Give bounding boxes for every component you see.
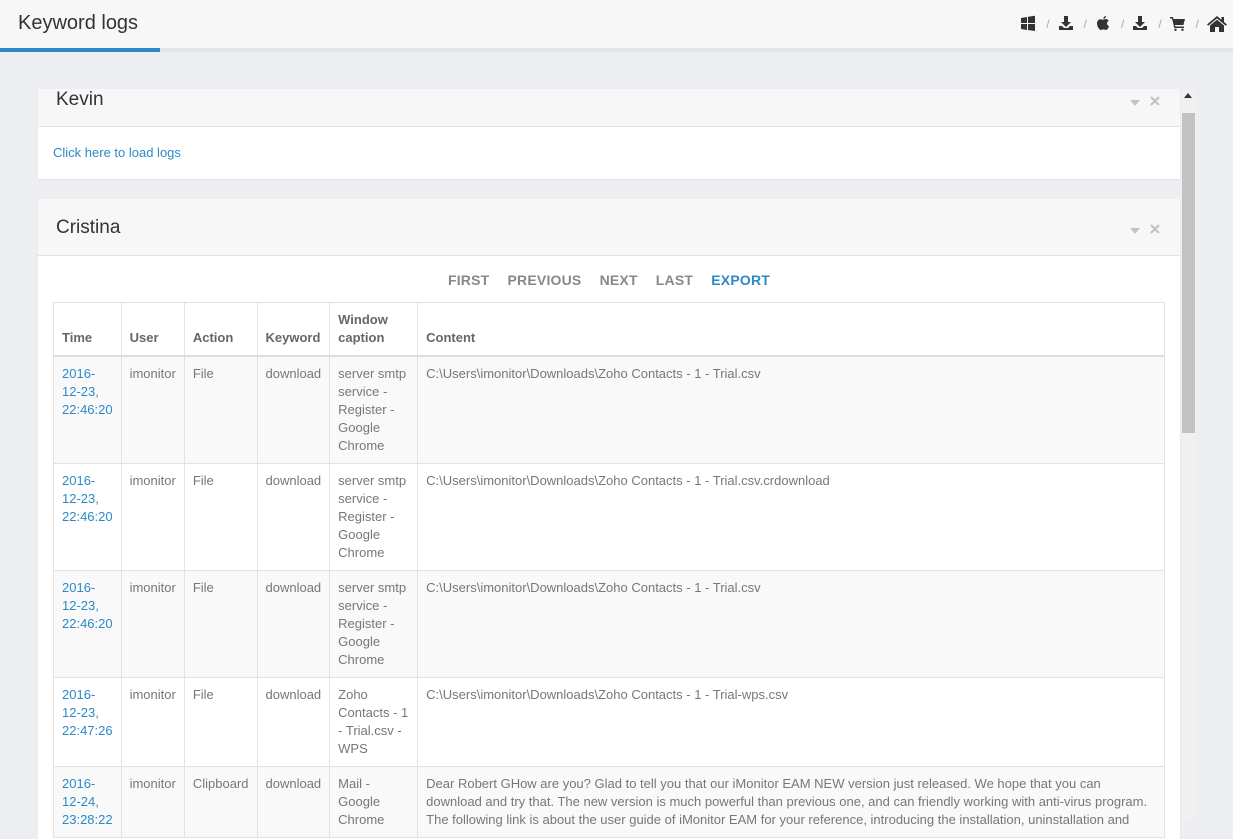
cell-action: File <box>183 677 258 767</box>
download-icon[interactable] <box>1132 15 1150 33</box>
pagination: FIRST PREVIOUS NEXT LAST EXPORT <box>38 272 1180 288</box>
column-header-window-caption[interactable]: Window caption <box>329 302 419 357</box>
cell-time[interactable]: 2016-12-23, 22:46:20 <box>53 463 122 571</box>
cell-keyword: download <box>256 463 331 571</box>
panel-header: Kevin <box>38 89 1180 127</box>
cell-window-caption: server smtp service - Register - Google … <box>329 355 419 464</box>
header-toolbar: / / / / / <box>1020 14 1233 34</box>
collapse-icon[interactable] <box>1130 93 1140 111</box>
first-page-button[interactable]: FIRST <box>448 272 489 288</box>
cell-content: C:\Users\imonitor\Downloads\Zoho Contact… <box>417 570 1165 678</box>
panel-tools <box>1120 93 1160 111</box>
column-header-action[interactable]: Action <box>183 302 258 357</box>
panel-tools <box>1120 221 1160 239</box>
table-row: 2016-12-24, 23:28:22 imonitor Clipboard … <box>53 766 1165 838</box>
cell-content: C:\Users\imonitor\Downloads\Zoho Contact… <box>417 355 1165 464</box>
cell-window-caption: server smtp service - Register - Google … <box>329 570 419 678</box>
scrollbar-thumb[interactable] <box>1182 113 1195 433</box>
cell-user: imonitor <box>120 677 185 767</box>
cell-time[interactable]: 2016-12-24, 23:28:22 <box>53 766 122 838</box>
cell-content: C:\Users\imonitor\Downloads\Zoho Contact… <box>417 463 1165 571</box>
table-row: 2016-12-23, 22:46:20 imonitor File downl… <box>53 463 1165 571</box>
cell-window-caption: Mail - Google Chrome <box>329 766 419 838</box>
download-icon[interactable] <box>1058 15 1076 33</box>
column-header-content[interactable]: Content <box>417 302 1165 357</box>
cell-time[interactable]: 2016-12-23, 22:46:20 <box>53 355 122 464</box>
cell-keyword: download <box>256 766 331 838</box>
panel-header: Cristina <box>38 199 1180 256</box>
page-title: Keyword logs <box>18 12 139 34</box>
column-header-keyword[interactable]: Keyword <box>256 302 331 357</box>
panel-cristina: Cristina FIRST PREVIOUS NEXT LAST EXPORT… <box>38 199 1180 839</box>
load-logs-link[interactable]: Click here to load logs <box>53 145 181 160</box>
column-header-user[interactable]: User <box>120 302 185 357</box>
next-page-button[interactable]: NEXT <box>600 272 638 288</box>
column-header-time[interactable]: Time <box>53 302 122 357</box>
cell-keyword: download <box>256 355 331 464</box>
cell-action: Clipboard <box>183 766 258 838</box>
table-header-row: Time User Action Keyword Window caption … <box>53 302 1165 357</box>
export-button[interactable]: EXPORT <box>711 272 770 288</box>
cell-action: File <box>183 463 258 571</box>
cell-content: Dear Robert GHow are you? Glad to tell y… <box>417 766 1165 838</box>
cell-action: File <box>183 570 258 678</box>
collapse-icon[interactable] <box>1130 221 1140 239</box>
cell-user: imonitor <box>120 570 185 678</box>
close-icon[interactable] <box>1150 93 1160 111</box>
cell-keyword: download <box>256 677 331 767</box>
cell-window-caption: server smtp service - Register - Google … <box>329 463 419 571</box>
apple-icon[interactable] <box>1095 15 1113 33</box>
table-row: 2016-12-23, 22:47:26 imonitor File downl… <box>53 677 1165 767</box>
top-bar: Keyword logs / / / / / <box>0 0 1233 52</box>
panel-title: Cristina <box>56 217 121 238</box>
table-row: 2016-12-23, 22:46:20 imonitor File downl… <box>53 355 1165 464</box>
cell-user: imonitor <box>120 355 185 464</box>
panel-title: Kevin <box>56 89 104 110</box>
cell-time[interactable]: 2016-12-23, 22:46:20 <box>53 570 122 678</box>
cell-action: File <box>183 355 258 464</box>
cell-keyword: download <box>256 570 331 678</box>
cart-icon[interactable] <box>1169 15 1188 33</box>
panel-kevin: Kevin Click here to load logs <box>38 89 1180 179</box>
last-page-button[interactable]: LAST <box>656 272 693 288</box>
previous-page-button[interactable]: PREVIOUS <box>508 272 582 288</box>
cell-window-caption: Zoho Contacts - 1 - Trial.csv - WPS <box>329 677 419 767</box>
table-row: 2016-12-23, 22:46:20 imonitor File downl… <box>53 570 1165 678</box>
cell-content: C:\Users\imonitor\Downloads\Zoho Contact… <box>417 677 1165 767</box>
close-icon[interactable] <box>1150 221 1160 239</box>
header-divider <box>160 48 1233 52</box>
scroll-up-arrow-icon[interactable] <box>1184 93 1192 98</box>
cell-time[interactable]: 2016-12-23, 22:47:26 <box>53 677 122 767</box>
windows-icon[interactable] <box>1020 15 1038 33</box>
cell-user: imonitor <box>120 766 185 838</box>
home-icon[interactable] <box>1207 15 1229 33</box>
keyword-log-table: Time User Action Keyword Window caption … <box>53 302 1165 838</box>
active-tab-indicator <box>0 48 160 52</box>
cell-user: imonitor <box>120 463 185 571</box>
